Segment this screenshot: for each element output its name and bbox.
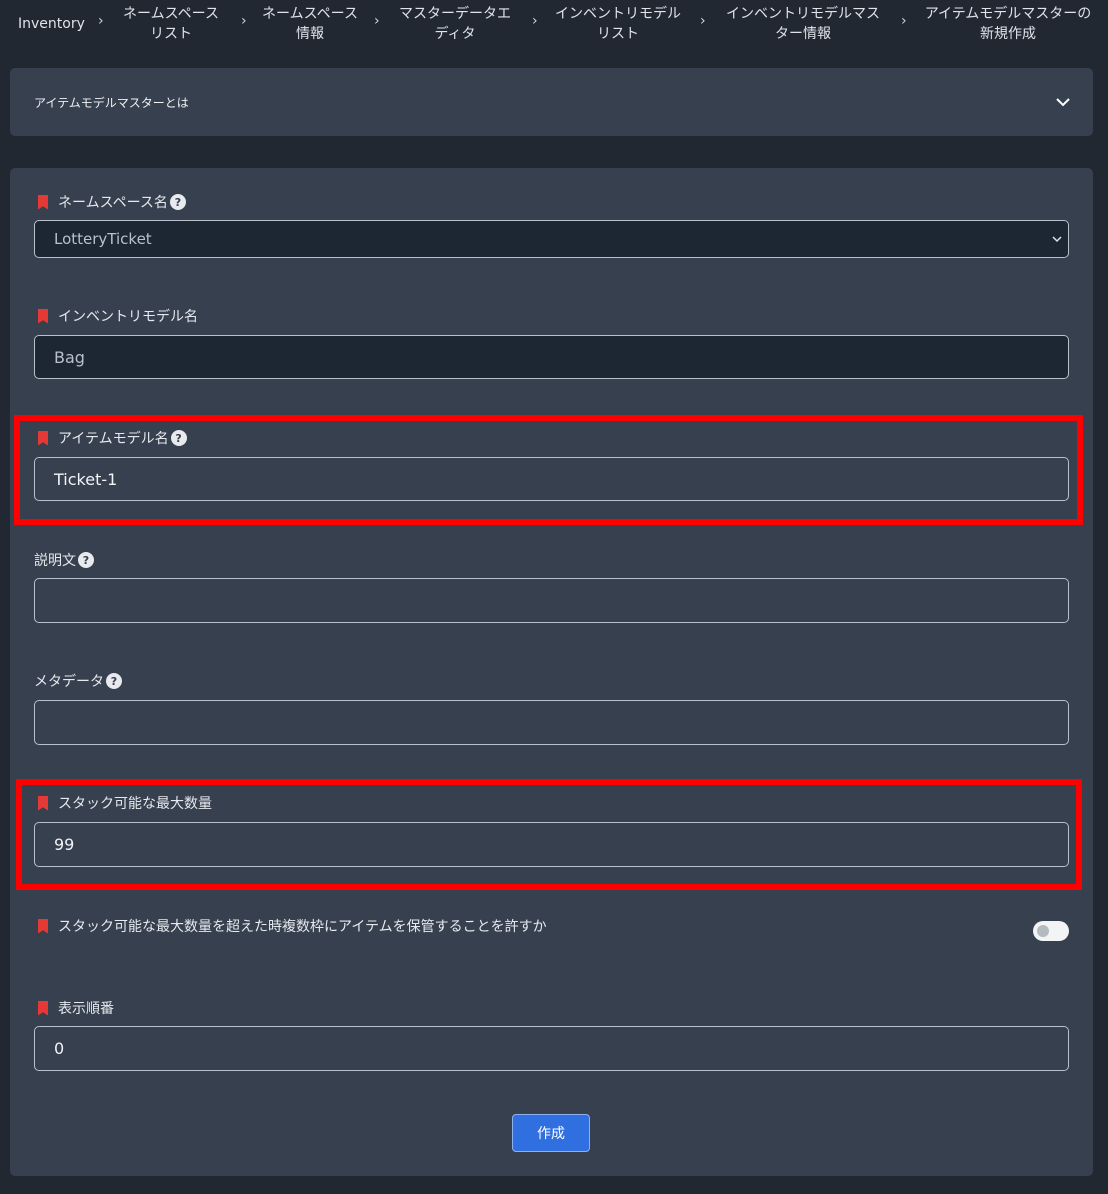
required-marker-icon <box>38 194 48 210</box>
accordion-title: アイテムモデルマスターとは <box>34 95 189 110</box>
metadata-input[interactable] <box>34 700 1069 745</box>
breadcrumb-namespace-list[interactable]: ネームスペース リスト <box>118 4 224 44</box>
description-input[interactable] <box>34 578 1069 623</box>
breadcrumb-current-page: アイテムモデルマスターの 新規作成 <box>924 6 1092 42</box>
create-item-model-master-form: ネームスペース名 ? LotteryTicket インベントリモデル名 Bag … <box>10 168 1093 1176</box>
help-icon[interactable]: ? <box>170 430 187 446</box>
required-marker-icon <box>38 918 48 934</box>
item-model-name-input[interactable]: Ticket-1 <box>34 457 1069 501</box>
create-button[interactable]: 作成 <box>512 1114 590 1152</box>
allow-multiple-stacks-label: スタック可能な最大数量を超えた時複数枠にアイテムを保管することを許すか <box>34 917 547 935</box>
breadcrumb: Inventory › ネームスペース リスト › ネームスペース 情報 › マスタ… <box>0 0 1108 48</box>
required-marker-icon <box>38 430 48 446</box>
breadcrumb-inventory-model-master-info[interactable]: インベントリモデルマス ター情報 <box>716 4 890 44</box>
breadcrumb-separator-icon: › <box>98 13 104 29</box>
description-label: 説明文 ? <box>34 551 94 569</box>
chevron-down-icon <box>1052 236 1062 243</box>
required-marker-icon <box>38 1000 48 1016</box>
namespace-select[interactable]: LotteryTicket <box>34 220 1069 258</box>
breadcrumb-separator-icon: › <box>374 13 380 29</box>
allow-multiple-stacks-toggle[interactable] <box>1033 921 1069 941</box>
help-icon[interactable]: ? <box>106 673 122 689</box>
chevron-down-icon[interactable] <box>1055 94 1071 110</box>
namespace-label: ネームスペース名 ? <box>34 193 186 211</box>
inventory-model-input[interactable]: Bag <box>34 335 1069 379</box>
inventory-model-label: インベントリモデル名 <box>34 307 198 325</box>
help-icon[interactable]: ? <box>169 194 186 210</box>
breadcrumb-separator-icon: › <box>532 13 538 29</box>
required-marker-icon <box>38 308 48 324</box>
breadcrumb-separator-icon: › <box>700 13 706 29</box>
metadata-label: メタデータ ? <box>34 672 122 690</box>
help-icon[interactable]: ? <box>78 552 94 568</box>
sort-value-input[interactable]: 0 <box>34 1026 1069 1071</box>
breadcrumb-master-data-editor[interactable]: マスターデータエ ディタ <box>392 4 518 44</box>
breadcrumb-namespace-info[interactable]: ネームスペース 情報 <box>258 4 362 44</box>
about-item-model-master-accordion[interactable]: アイテムモデルマスターとは <box>10 68 1093 136</box>
required-marker-icon <box>38 795 48 811</box>
item-model-name-label: アイテムモデル名 ? <box>34 429 187 447</box>
sort-value-label: 表示順番 <box>34 999 114 1017</box>
breadcrumb-separator-icon: › <box>901 13 907 29</box>
breadcrumb-inventory-model-list[interactable]: インベントリモデル リスト <box>548 4 688 44</box>
stacking-limit-input[interactable]: 99 <box>34 822 1069 867</box>
breadcrumb-separator-icon: › <box>241 13 247 29</box>
stacking-limit-label: スタック可能な最大数量 <box>34 794 212 812</box>
breadcrumb-inventory[interactable]: Inventory <box>18 4 85 44</box>
